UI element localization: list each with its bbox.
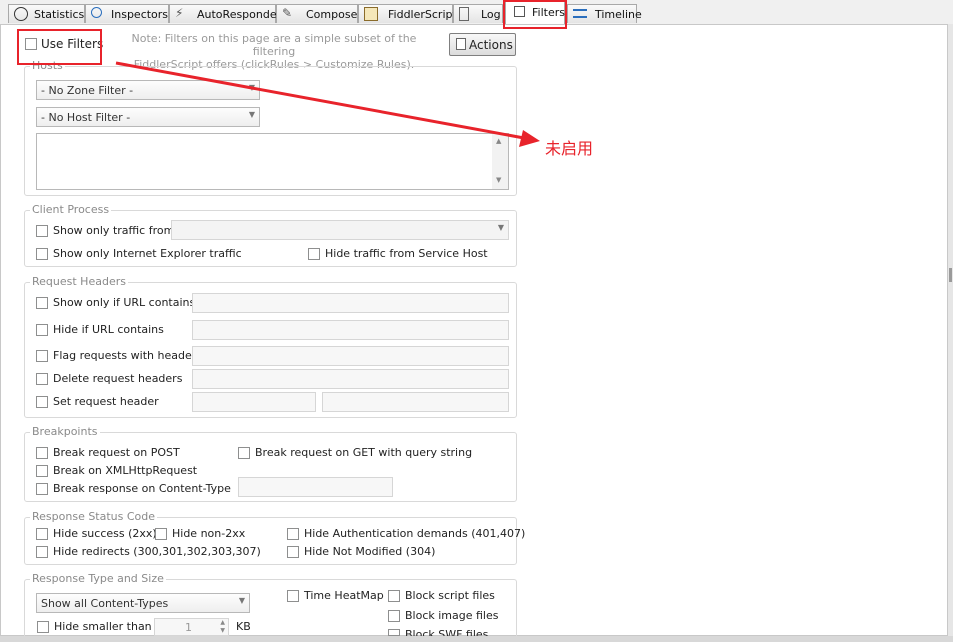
annotation-label: 未启用 [545, 139, 594, 158]
arrow-head-icon [519, 130, 540, 147]
annotation-arrow [115, 61, 540, 147]
arrow-shaft [115, 61, 525, 140]
